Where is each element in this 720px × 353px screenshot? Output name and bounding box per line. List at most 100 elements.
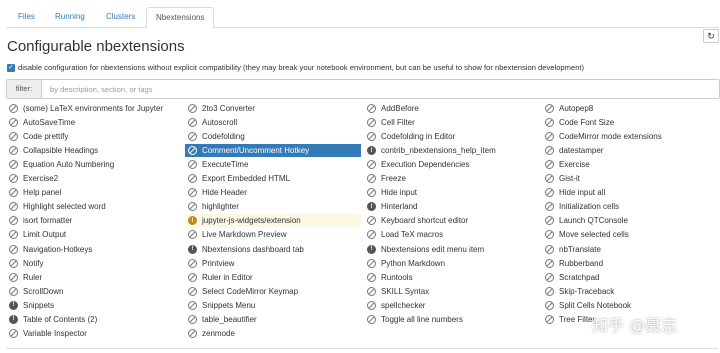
nbextension-item[interactable]: Code prettify	[6, 130, 182, 143]
nbextension-item[interactable]: Limit Output	[6, 228, 182, 241]
nbextension-item[interactable]: datestamper	[542, 144, 718, 157]
tab-clusters[interactable]: Clusters	[97, 7, 144, 26]
nbextension-item[interactable]: AddBefore	[364, 102, 540, 115]
nbextension-item[interactable]: Notify	[6, 257, 182, 270]
nbextension-label: Table of Contents (2)	[23, 314, 98, 324]
nbextension-item[interactable]: Ruler	[6, 271, 182, 284]
nbextension-item[interactable]: Move selected cells	[542, 228, 718, 241]
nbextension-item[interactable]: Highlight selected word	[6, 200, 182, 213]
nbextension-item[interactable]: spellchecker	[364, 299, 540, 312]
nbextension-item[interactable]: Hide input	[364, 186, 540, 199]
nbextension-item[interactable]: Snippets Menu	[185, 299, 361, 312]
disabled-circle-icon	[188, 300, 197, 310]
nbextension-item[interactable]: Codefolding in Editor	[364, 130, 540, 143]
nbextension-label: zenmode	[202, 328, 235, 338]
nbextension-item[interactable]: Split Cells Notebook	[542, 299, 718, 312]
disable-compat-checkbox[interactable]: ✓	[7, 63, 15, 72]
nbextension-label: Hide input	[381, 188, 418, 198]
disabled-circle-icon	[545, 314, 554, 324]
nbextension-item[interactable]: Code Font Size	[542, 116, 718, 129]
nbextension-item[interactable]: Launch QTConsole	[542, 214, 718, 227]
nbextension-item[interactable]: ! contrib_nbextensions_help_item	[364, 144, 540, 157]
nbextension-item[interactable]: Collapsible Headings	[6, 144, 182, 157]
disabled-circle-icon	[545, 300, 554, 310]
nbextension-item[interactable]: Printview	[185, 257, 361, 270]
nbextension-item[interactable]: Load TeX macros	[364, 228, 540, 241]
warning-circle-icon: !	[188, 216, 197, 226]
disabled-circle-icon	[188, 286, 197, 296]
nbextension-item[interactable]: Export Embedded HTML	[185, 172, 361, 185]
nbextension-item[interactable]: ! Nbextensions edit menu item	[364, 243, 540, 256]
nbextension-item[interactable]: ! Hinterland	[364, 200, 540, 213]
nbextension-item[interactable]: nbTranslate	[542, 243, 718, 256]
nbextension-item[interactable]: table_beautifier	[185, 313, 361, 326]
nbextension-label: Tree Filter	[559, 314, 596, 324]
nbextension-item[interactable]: Comment/Uncomment Hotkey	[185, 144, 361, 158]
nbextension-label: Highlight selected word	[23, 202, 106, 212]
nbextension-item[interactable]: ! Nbextensions dashboard tab	[185, 243, 361, 256]
nbextension-item[interactable]: (some) LaTeX environments for Jupyter	[6, 102, 182, 115]
disabled-circle-icon	[188, 258, 197, 268]
nbextension-item[interactable]: Navigation-Hotkeys	[6, 243, 182, 256]
nbextension-item[interactable]: Gist-it	[542, 172, 718, 185]
nbextension-label: Help panel	[23, 188, 62, 198]
disabled-circle-icon	[9, 272, 18, 282]
nbextension-item[interactable]: Execution Dependencies	[364, 158, 540, 171]
nbextension-item[interactable]: Select CodeMirror Keymap	[185, 285, 361, 298]
nbextension-item[interactable]: ! Table of Contents (2)	[6, 313, 182, 326]
tab-running[interactable]: Running	[46, 7, 94, 26]
nbextension-item[interactable]: Rubberband	[542, 257, 718, 270]
nbextension-item[interactable]: Exercise2	[6, 172, 182, 185]
nbextension-item[interactable]: AutoSaveTime	[6, 116, 182, 129]
nbextension-label: Live Markdown Preview	[202, 230, 287, 240]
nbextension-item[interactable]: Help panel	[6, 186, 182, 199]
nbextension-item[interactable]: CodeMirror mode extensions	[542, 130, 718, 143]
nbextension-label: Comment/Uncomment Hotkey	[202, 146, 310, 156]
nbextension-item[interactable]: Scratchpad	[542, 271, 718, 284]
nbextension-label: nbTranslate	[559, 244, 601, 254]
tab-nbextensions[interactable]: Nbextensions	[146, 7, 215, 29]
disabled-circle-icon	[9, 118, 18, 128]
nbextension-item[interactable]: Hide Header	[185, 186, 361, 199]
nbextension-item[interactable]: ScrollDown	[6, 285, 182, 298]
disabled-circle-icon	[188, 160, 197, 170]
nbextension-label: Codefolding	[202, 132, 245, 142]
nbextension-item[interactable]: Skip-Traceback	[542, 285, 718, 298]
nbextension-item[interactable]: ! jupyter-js-widgets/extension	[185, 214, 361, 228]
nbextension-label: Move selected cells	[559, 230, 629, 240]
nbextension-item[interactable]: Equation Auto Numbering	[6, 158, 182, 171]
disabled-circle-icon	[9, 258, 18, 268]
nbextension-item[interactable]: Codefolding	[185, 130, 361, 143]
nbextension-item[interactable]: Freeze	[364, 172, 540, 185]
nbextension-item[interactable]: Hide input all	[542, 186, 718, 199]
disabled-circle-icon	[367, 286, 376, 296]
nbextension-item[interactable]: ExecuteTime	[185, 158, 361, 171]
nbextension-label: Initialization cells	[559, 202, 620, 212]
refresh-button[interactable]: ↻	[703, 29, 719, 43]
disabled-circle-icon	[188, 202, 197, 212]
nbextension-item[interactable]: Ruler in Editor	[185, 271, 361, 284]
nbextension-item[interactable]: zenmode	[185, 327, 361, 340]
nbextension-item[interactable]: Live Markdown Preview	[185, 228, 361, 241]
nbextension-item[interactable]: ! Snippets	[6, 299, 182, 312]
nbextension-item[interactable]: SKILL Syntax	[364, 285, 540, 298]
nbextension-label: Nbextensions dashboard tab	[202, 244, 304, 254]
nbextension-item[interactable]: Runtools	[364, 271, 540, 284]
nbextension-item[interactable]: Python Markdown	[364, 257, 540, 270]
nbextension-item[interactable]: Initialization cells	[542, 200, 718, 213]
nbextension-item[interactable]: isort formatter	[6, 214, 182, 227]
tab-files[interactable]: Files	[9, 7, 44, 26]
nbextension-label: CodeMirror mode extensions	[559, 132, 662, 142]
nbextension-item[interactable]: Exercise	[542, 158, 718, 171]
nbextension-item[interactable]: Toggle all line numbers	[364, 313, 540, 326]
nbextension-item[interactable]: Autopep8	[542, 102, 718, 115]
nbextension-item[interactable]: 2to3 Converter	[185, 102, 361, 115]
nbextension-item[interactable]: Cell Filter	[364, 116, 540, 129]
nbextension-item[interactable]: Variable Inspector	[6, 327, 182, 340]
nbextension-label: AddBefore	[381, 104, 419, 113]
nbextension-item[interactable]: Keyboard shortcut editor	[364, 214, 540, 227]
filter-input[interactable]	[42, 80, 719, 98]
nbextension-item[interactable]: Autoscroll	[185, 116, 361, 129]
nbextension-label: Printview	[202, 258, 235, 268]
nbextension-item[interactable]: highlighter	[185, 200, 361, 213]
